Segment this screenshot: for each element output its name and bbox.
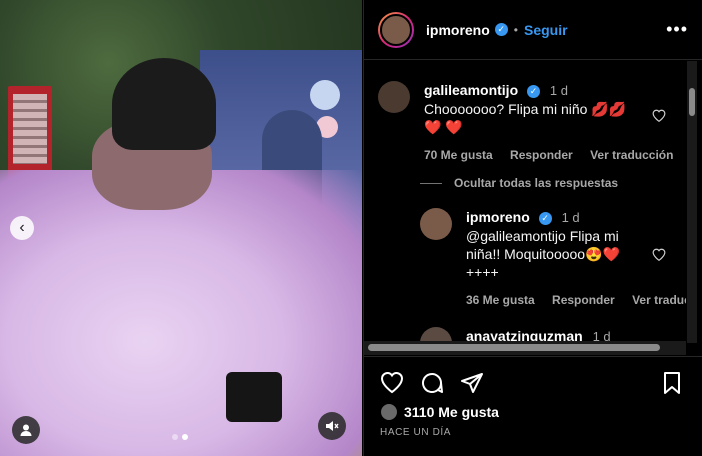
reply-time[interactable]: 1 d [562,210,580,225]
carousel-dots [172,434,188,440]
heart-icon[interactable] [652,248,666,264]
comment-username[interactable]: anayatzinguzman [466,328,583,341]
comment-item: anayatzinguzman 1 d [420,327,686,341]
reply-button[interactable]: Responder [552,293,615,307]
heart-icon[interactable] [380,371,406,397]
comment-username[interactable]: galileamontijo [424,82,518,98]
reply-text: @galileamontijo Flipa mi niña!! Moquitoo… [466,228,620,280]
verified-badge-icon: ✓ [538,211,552,225]
comment-time[interactable]: 1 d [550,83,568,98]
avatar [380,403,398,421]
horizontal-scrollbar-thumb[interactable] [368,344,660,351]
user-tag-icon[interactable] [12,416,40,444]
comments-list: galileamontijo ✓ 1 d Chooooooo? Flipa mi… [364,61,686,341]
hide-replies-button[interactable]: Ocultar todas las respuestas [420,176,618,190]
post-actions: 3110 Me gusta HACE UN DÍA [364,356,702,456]
translate-button[interactable]: Ver traducción [590,148,673,162]
comment-text: Chooooooo? Flipa mi niño 💋💋❤️ ❤️ [424,101,627,135]
photo-beanie [112,58,216,150]
photo-camera [226,372,282,422]
reply-likes[interactable]: 36 Me gusta [466,293,535,307]
bookmark-icon[interactable] [660,371,686,397]
photo-balloon [310,80,340,110]
post-header: ipmoreno ✓ • Seguir ••• [364,0,702,60]
avatar[interactable] [420,327,452,341]
verified-badge-icon: ✓ [494,23,508,36]
reply-item: ipmoreno ✓ 1 d @galileamontijo Flipa mi … [420,208,686,309]
heart-icon[interactable] [652,109,666,125]
comment-time[interactable]: 1 d [593,329,611,341]
muted-speaker-icon[interactable] [318,412,346,440]
comment-icon[interactable] [420,371,446,397]
send-icon[interactable] [460,371,486,397]
more-horizontal-icon[interactable]: ••• [666,19,688,40]
post-photo[interactable]: ‹ [0,0,362,456]
likes-count[interactable]: 3110 Me gusta [404,404,499,420]
post-username[interactable]: ipmoreno [426,22,490,38]
reply-username[interactable]: ipmoreno [466,209,530,225]
follow-button[interactable]: Seguir [524,22,568,38]
comment-likes[interactable]: 70 Me gusta [424,148,493,162]
reply-button[interactable]: Responder [510,148,573,162]
avatar[interactable] [378,81,410,113]
avatar[interactable] [378,11,414,48]
post-detail-panel: ipmoreno ✓ • Seguir ••• galileamontijo ✓… [363,0,702,456]
vertical-scrollbar-thumb[interactable] [689,88,695,116]
comment-item: galileamontijo ✓ 1 d Chooooooo? Flipa mi… [378,81,673,164]
carousel-dot-active [182,434,188,440]
photo-main-person [0,170,362,456]
separator-dot: • [513,22,518,37]
post-date[interactable]: HACE UN DÍA [380,427,451,438]
carousel-dot [172,434,178,440]
hide-replies-label: Ocultar todas las respuestas [454,176,619,190]
chevron-left-icon[interactable]: ‹ [10,216,34,240]
translate-button[interactable]: Ver traducción [632,293,686,307]
verified-badge-icon: ✓ [527,84,541,98]
likes-summary: 3110 Me gusta [380,403,499,421]
avatar[interactable] [420,208,452,240]
